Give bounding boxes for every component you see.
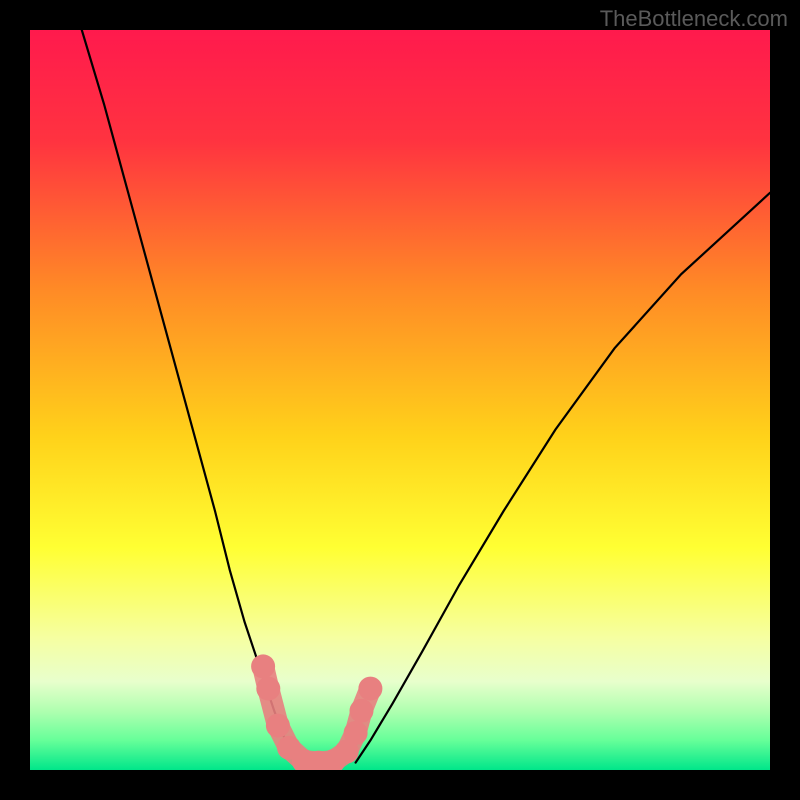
marker-dot (344, 721, 368, 745)
marker-dot (350, 699, 374, 723)
marker-dot (256, 677, 280, 701)
left-curve (82, 30, 297, 763)
marker-dot (266, 714, 290, 738)
marker-dot (251, 654, 275, 678)
marker-dot (358, 677, 382, 701)
watermark-text: TheBottleneck.com (600, 6, 788, 32)
chart-plot-area (30, 30, 770, 770)
chart-curves-layer (30, 30, 770, 770)
right-curve (356, 193, 770, 763)
